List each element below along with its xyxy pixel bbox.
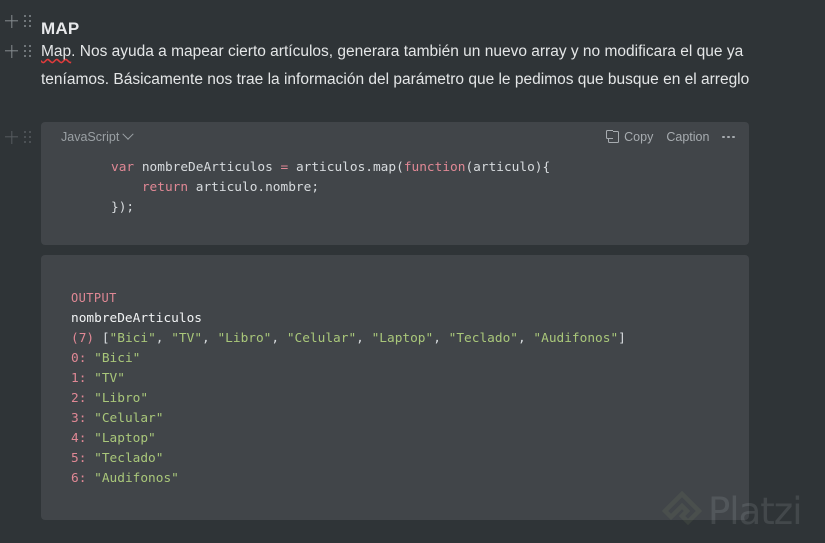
paragraph-text: . Nos ayuda a mapear cierto artículos, g… — [41, 43, 750, 88]
code-keyword-return: return — [141, 180, 189, 195]
output-array-item: "TV" — [171, 331, 203, 346]
language-selector[interactable]: JavaScript — [61, 128, 135, 144]
caption-button[interactable]: Caption — [666, 130, 709, 144]
output-row-value: "Celular" — [94, 411, 164, 426]
output-array-item: "Libro" — [217, 331, 272, 346]
drag-handle-icon[interactable] — [22, 130, 33, 145]
output-array-item: "Laptop" — [371, 331, 434, 346]
output-row-index: 4: — [71, 431, 95, 446]
add-block-icon[interactable] — [4, 130, 19, 145]
output-row-value: "TV" — [94, 371, 125, 386]
code-closing: }); — [111, 200, 135, 215]
output-row-value: "Teclado" — [94, 451, 164, 466]
drag-handle-icon[interactable] — [22, 44, 33, 59]
output-array-item: "Teclado" — [448, 331, 518, 346]
output-block: OUTPUT nombreDeArticulos (7) ["Bici", "T… — [41, 255, 749, 520]
code-content[interactable]: var nombreDeArticulos = articulos.map(fu… — [111, 158, 550, 218]
output-row-index: 6: — [71, 471, 95, 486]
add-block-icon[interactable] — [4, 14, 19, 29]
drag-handle-icon[interactable] — [22, 14, 33, 29]
output-row-value: "Bici" — [94, 351, 141, 366]
output-row-index: 0: — [71, 351, 95, 366]
gutter-paragraph — [0, 38, 41, 64]
page-title: MAP — [41, 19, 80, 39]
output-row-index: 1: — [71, 371, 95, 386]
more-options-icon[interactable] — [722, 135, 735, 139]
code-return-expr: articulo.nombre; — [188, 180, 320, 195]
output-row-value: "Laptop" — [94, 431, 156, 446]
output-row-index: 2: — [71, 391, 95, 406]
code-var-name: nombreDeArticulos — [134, 160, 281, 175]
description-paragraph: Map. Nos ayuda a mapear cierto artículos… — [41, 38, 756, 94]
output-row-value: "Audifonos" — [94, 471, 179, 486]
caption-label: Caption — [666, 130, 710, 144]
output-array-item: "Bici" — [109, 331, 156, 346]
copy-icon — [605, 129, 620, 143]
add-block-icon[interactable] — [4, 44, 19, 59]
code-keyword-function: function — [403, 160, 466, 175]
copy-button[interactable]: Copy — [605, 129, 654, 144]
misspelled-word: Map — [41, 43, 72, 60]
code-params: (articulo){ — [465, 160, 551, 175]
code-block: JavaScript Copy Caption var nombreDeArti… — [41, 122, 749, 245]
code-toolbar: JavaScript Copy Caption — [41, 122, 749, 152]
code-toolbar-actions: Copy Caption — [605, 129, 735, 144]
language-label: JavaScript — [61, 130, 120, 144]
output-variable-name: nombreDeArticulos — [71, 311, 202, 326]
output-array-item: "Celular" — [286, 331, 357, 346]
gutter-code-block — [0, 124, 41, 150]
code-call: articulos.map( — [288, 160, 404, 175]
gutter-heading — [0, 8, 41, 34]
copy-label: Copy — [624, 130, 654, 144]
output-row-value: "Libro" — [94, 391, 149, 406]
output-indexed-list: 0: "Bici" 1: "TV" 2: "Libro" 3: "Celular… — [71, 351, 179, 486]
output-array-line: (7) ["Bici", "TV", "Libro", "Celular", "… — [71, 331, 626, 346]
output-content: OUTPUT nombreDeArticulos (7) ["Bici", "T… — [71, 288, 626, 489]
code-keyword-var: var — [111, 160, 135, 175]
chevron-down-icon — [122, 128, 135, 140]
output-row-index: 5: — [71, 451, 95, 466]
output-label: OUTPUT — [71, 291, 117, 305]
output-row-index: 3: — [71, 411, 95, 426]
output-array-count: (7) — [71, 331, 102, 346]
output-array-item: "Audifonos" — [533, 331, 619, 346]
